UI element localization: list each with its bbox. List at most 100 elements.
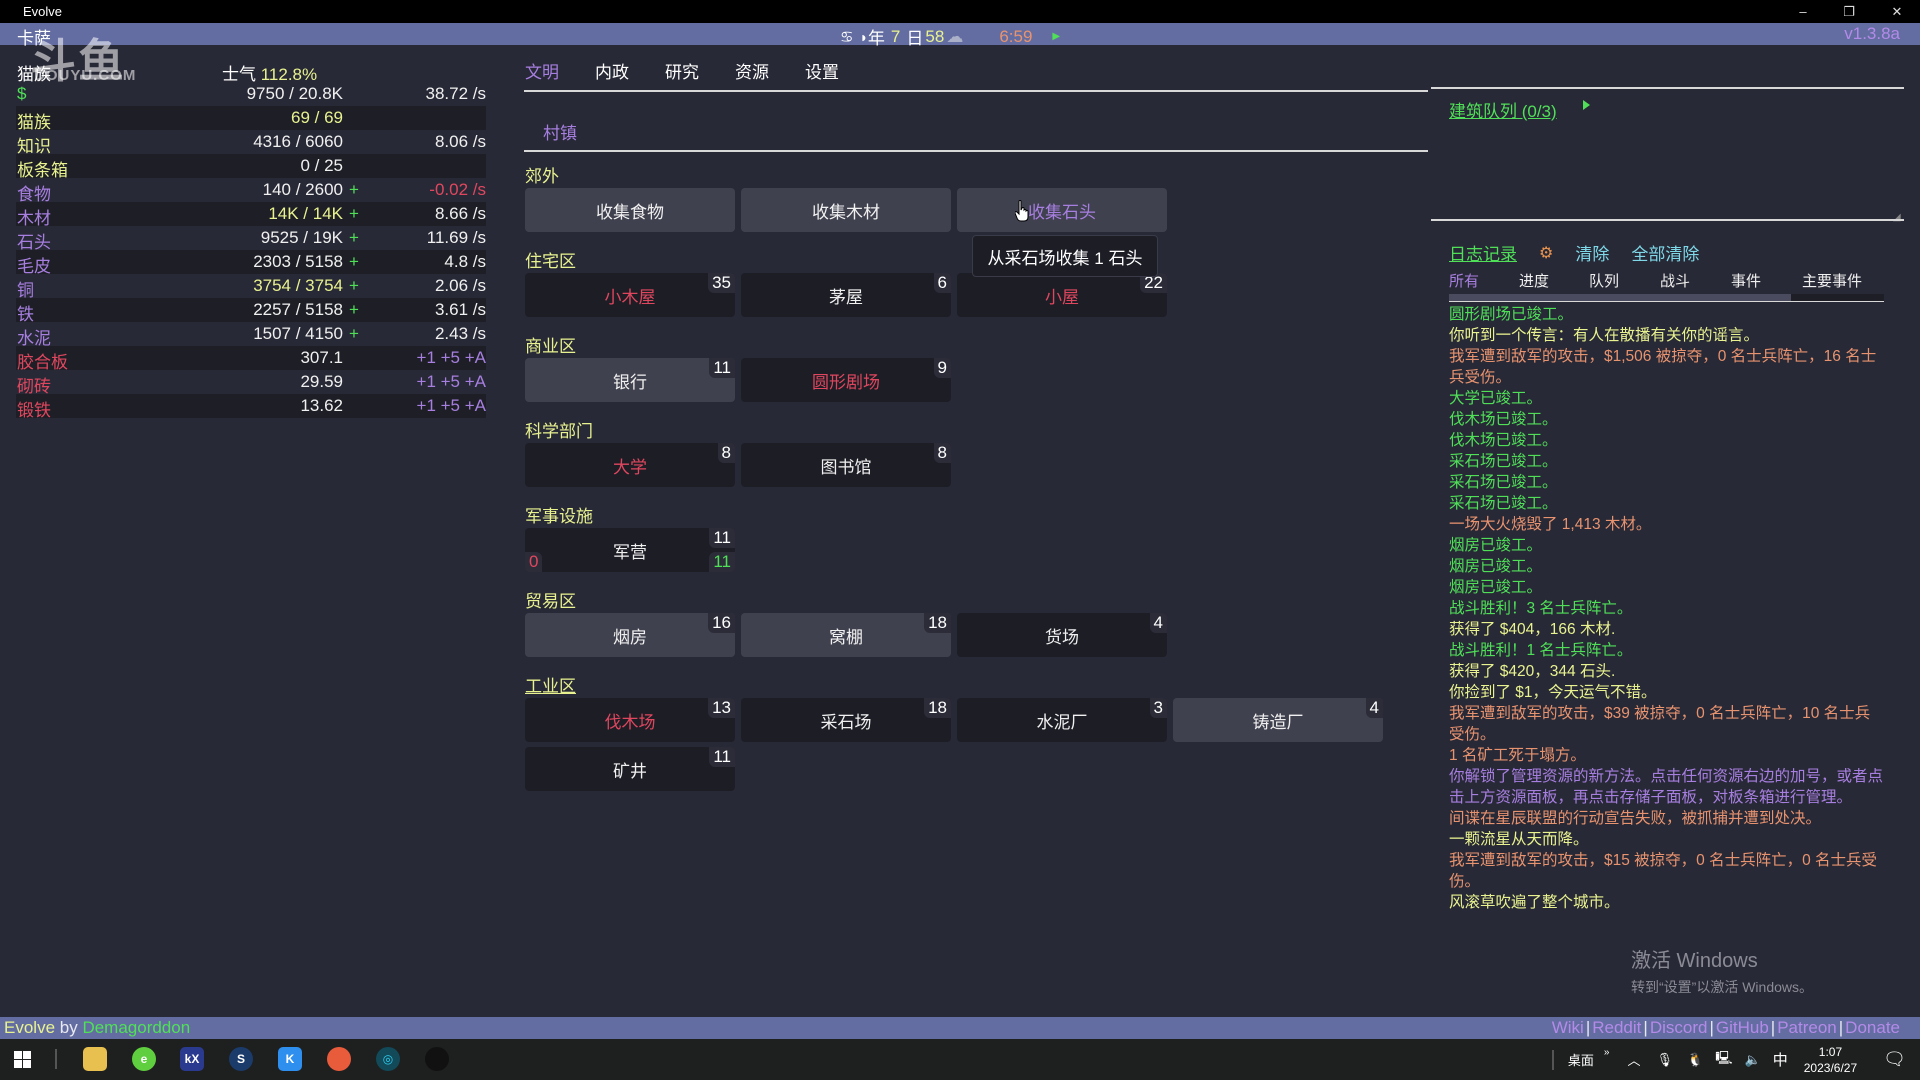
kugou-icon[interactable]: K (278, 1047, 302, 1071)
gear-icon[interactable]: ⚙ (1539, 243, 1553, 263)
cloud-weather-icon[interactable]: ☁ (946, 27, 963, 47)
gather-wood-button[interactable]: 收集木材 (741, 188, 951, 232)
building-smokehouse[interactable]: 烟房 16 (525, 613, 735, 657)
resource-amount: 3754 / 3754 (253, 276, 343, 295)
building-shed[interactable]: 窝棚 18 (741, 613, 951, 657)
volume-icon[interactable]: 🔈 (1745, 1052, 1761, 1068)
resource-manage-plus-button[interactable]: + (349, 252, 359, 272)
building-mine[interactable]: 矿井 11 (525, 747, 735, 791)
log-message: 战斗胜利！1 名士兵阵亡。 (1449, 642, 1633, 659)
building-hut[interactable]: 茅屋 6 (741, 273, 951, 317)
building-warehouse[interactable]: 货场 4 (957, 613, 1167, 657)
system-tray: 桌面 » ︿ 🎙 🐧 🖳 🔈 中 1:07 2023/6/27 🗨 (1551, 1039, 1920, 1080)
discord-link[interactable]: Discord (1650, 1018, 1708, 1037)
resource-manage-plus-button[interactable]: + (349, 300, 359, 320)
desktop-toolbar[interactable]: 桌面 (1568, 1050, 1594, 1069)
building-cement-plant[interactable]: 水泥厂 3 (957, 698, 1167, 742)
wiki-link[interactable]: Wiki (1552, 1018, 1584, 1037)
log-tab-queue[interactable]: 队列 (1589, 270, 1660, 291)
message-log: 圆形剧场已竣工。 你听到一个传言：有人在散播有关你的谣言。 我军遭到敌军的攻击，$1… (1449, 304, 1885, 913)
clear-button[interactable]: 清除 (1575, 240, 1609, 265)
toolbar-expand-icon[interactable]: » (1604, 1047, 1610, 1058)
version-label: v1.3.8a (1844, 24, 1900, 43)
building-bank[interactable]: 银行 11 (525, 358, 735, 402)
kx-audio-icon[interactable]: kX (180, 1047, 204, 1071)
resource-rate: 2.06 /s (434, 276, 486, 295)
steam-icon[interactable]: S (229, 1047, 253, 1071)
barracks-disable-count[interactable]: 0 (525, 552, 543, 572)
zodiac-icon[interactable]: ♋ (840, 28, 853, 46)
building-library[interactable]: 图书馆 8 (741, 443, 951, 487)
building-label: 矿井 (613, 761, 647, 781)
globe-app-icon[interactable] (425, 1047, 449, 1071)
resource-manage-plus-button[interactable]: + (349, 228, 359, 248)
log-tab-all[interactable]: 所有 (1449, 270, 1519, 291)
resource-manage-plus-button[interactable]: + (349, 180, 359, 200)
tab-resources[interactable]: 资源 (735, 58, 769, 83)
github-link[interactable]: GitHub (1716, 1018, 1769, 1037)
donate-link[interactable]: Donate (1845, 1018, 1900, 1037)
microphone-icon[interactable]: 🎙 (1657, 1052, 1674, 1068)
power-app-icon[interactable]: ◎ (376, 1047, 400, 1071)
resource-name[interactable]: 锻铁 (17, 396, 51, 421)
building-university[interactable]: 大学 8 (525, 443, 735, 487)
barracks-enable-count[interactable]: 11 (709, 552, 735, 572)
ime-indicator[interactable]: 中 (1773, 1049, 1788, 1070)
clear-all-button[interactable]: 全部清除 (1631, 240, 1699, 265)
resource-manage-plus-button[interactable]: + (349, 276, 359, 296)
network-icon[interactable]: 🖳 (1715, 1049, 1732, 1071)
close-button[interactable]: ✕ (1874, 0, 1920, 23)
qq-icon[interactable]: 🐧 (1687, 1052, 1703, 1068)
building-foundry[interactable]: 铸造厂 4 (1173, 698, 1383, 742)
subtab-village[interactable]: 村镇 (543, 119, 577, 144)
building-amphitheatre[interactable]: 圆形剧场 9 (741, 358, 951, 402)
building-cottage[interactable]: 小屋 22 (957, 273, 1167, 317)
notification-center-icon[interactable]: 🗨 (1883, 1049, 1906, 1070)
windows-start-icon[interactable] (14, 1051, 31, 1068)
resource-manage-plus-button[interactable]: + (349, 324, 359, 344)
log-title[interactable]: 日志记录 (1449, 240, 1517, 265)
resource-rate: 8.06 /s (434, 132, 486, 151)
tray-overflow-icon[interactable]: ︿ (1627, 1050, 1640, 1069)
craft-buttons[interactable]: +1 +5 +A (417, 348, 486, 368)
building-barracks[interactable]: 军营 11 0 11 (525, 528, 735, 572)
resource-row: 知识 4316 / 6060 8.06 /s (16, 130, 486, 156)
moon-phase-icon[interactable]: ◗ (859, 29, 867, 45)
reddit-link[interactable]: Reddit (1592, 1018, 1641, 1037)
restore-button[interactable]: ❐ (1826, 0, 1872, 23)
browser-icon[interactable]: e (132, 1047, 156, 1071)
resource-name[interactable]: $ (17, 84, 26, 104)
patreon-link[interactable]: Patreon (1777, 1018, 1837, 1037)
log-tab-events[interactable]: 事件 (1731, 270, 1802, 291)
file-explorer-icon[interactable] (83, 1047, 107, 1071)
play-icon[interactable]: ▶ (1052, 31, 1060, 42)
log-tab-progress[interactable]: 进度 (1519, 270, 1589, 291)
building-label: 茅屋 (829, 287, 863, 307)
building-lumber-yard[interactable]: 伐木场 13 (525, 698, 735, 742)
build-queue-toggle[interactable]: 建筑队列 (0/3) (1449, 97, 1557, 122)
gather-stone-button[interactable]: 收集石头 (957, 188, 1167, 232)
minimize-button[interactable]: – (1780, 0, 1826, 23)
resize-grip-icon[interactable]: ◢ (1893, 212, 1901, 223)
tab-research[interactable]: 研究 (665, 58, 699, 83)
resource-manage-plus-button[interactable]: + (349, 204, 359, 224)
tab-settings[interactable]: 设置 (805, 58, 839, 83)
window-title: Evolve (23, 4, 63, 19)
game-app-icon[interactable] (327, 1047, 351, 1071)
craft-buttons[interactable]: +1 +5 +A (417, 396, 486, 416)
clock[interactable]: 1:07 2023/6/27 (1804, 1044, 1857, 1076)
building-cabin[interactable]: 小木屋 35 (525, 273, 735, 317)
author-link[interactable]: Demagorddon (82, 1018, 190, 1037)
building-quarry[interactable]: 采石场 18 (741, 698, 951, 742)
tab-civics[interactable]: 内政 (595, 58, 629, 83)
log-message: 获得了 $420，344 石头. (1449, 663, 1616, 680)
queue-play-icon[interactable] (1583, 100, 1590, 110)
resource-amount: 140 / 2600 (262, 180, 343, 199)
tab-civilization[interactable]: 文明 (525, 58, 559, 83)
craft-buttons[interactable]: +1 +5 +A (417, 372, 486, 392)
log-tab-combat[interactable]: 战斗 (1660, 270, 1731, 291)
gather-food-button[interactable]: 收集食物 (525, 188, 735, 232)
building-label: 采石场 (820, 712, 872, 732)
log-tab-major-events[interactable]: 主要事件 (1802, 270, 1862, 291)
resource-rate: 2.43 /s (434, 324, 486, 343)
